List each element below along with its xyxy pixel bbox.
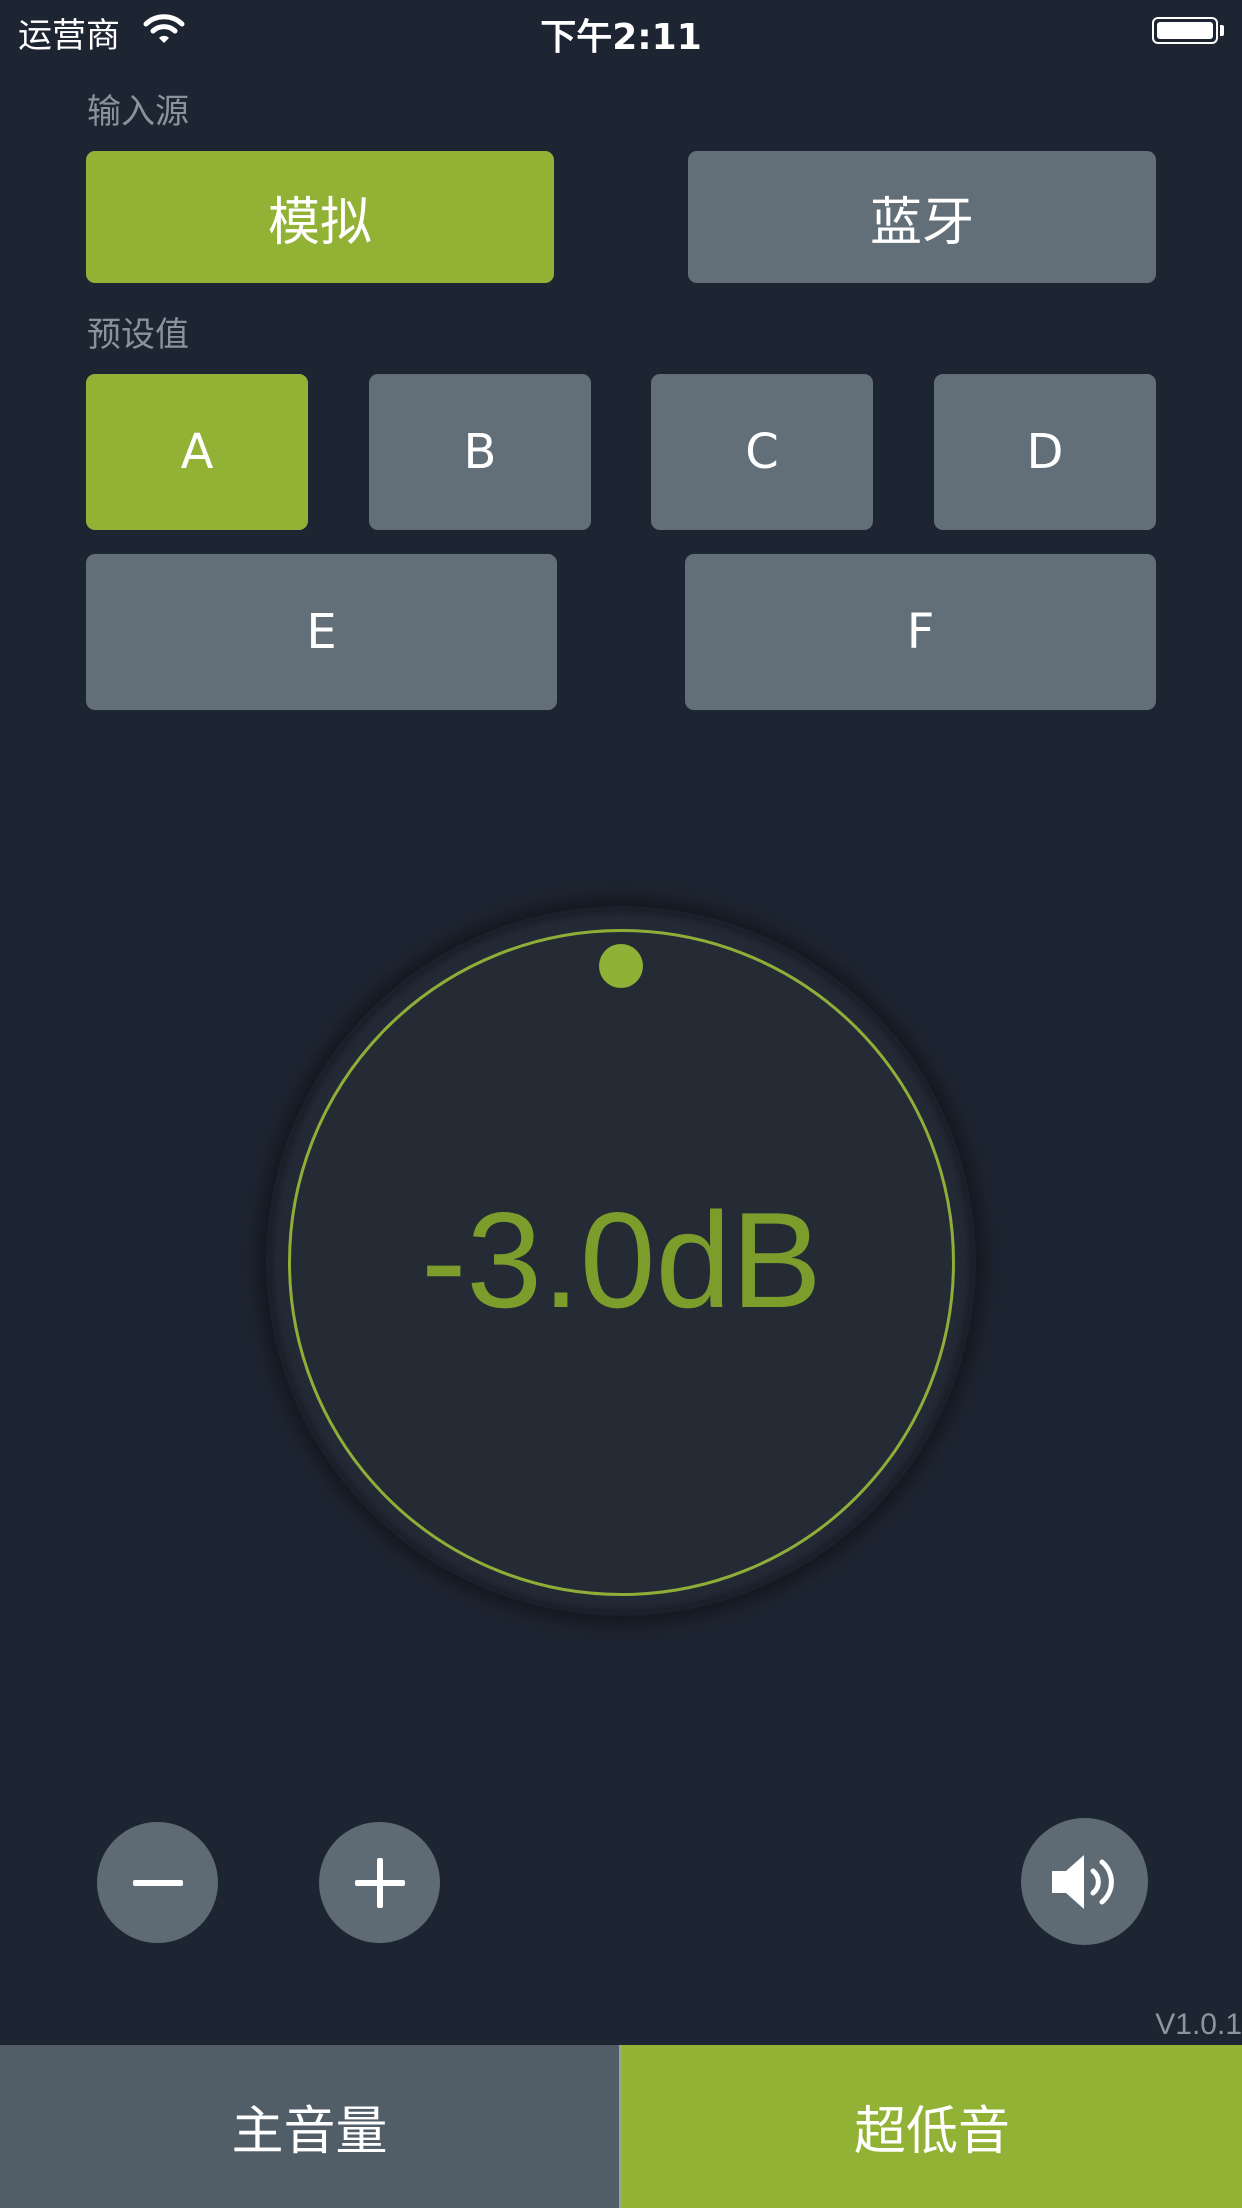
increase-button[interactable] xyxy=(319,1822,440,1943)
tab-subwoofer[interactable]: 超低音 xyxy=(622,2045,1242,2208)
plus-icon xyxy=(354,1857,405,1908)
minus-icon xyxy=(132,1879,183,1886)
mute-button[interactable] xyxy=(1021,1818,1148,1945)
volume-dial-knob[interactable] xyxy=(599,944,643,988)
speaker-icon xyxy=(1051,1854,1114,1909)
battery-icon xyxy=(1152,17,1218,44)
tab-master-volume[interactable]: 主音量 xyxy=(0,2045,619,2208)
input-bluetooth-button[interactable]: 蓝牙 xyxy=(688,151,1156,283)
preset-d-button[interactable]: D xyxy=(934,374,1156,530)
volume-value: -3.0dB xyxy=(421,1184,822,1336)
clock: 下午2:11 xyxy=(540,17,702,58)
input-analog-button[interactable]: 模拟 xyxy=(86,151,554,283)
preset-f-button[interactable]: F xyxy=(685,554,1156,710)
battery-tip xyxy=(1220,25,1224,36)
preset-c-button[interactable]: C xyxy=(651,374,873,530)
status-bar: 运营商 下午2:11 xyxy=(0,0,1242,62)
preset-a-button[interactable]: A xyxy=(86,374,308,530)
version-label: V1.0.1 xyxy=(1155,2008,1242,2041)
decrease-button[interactable] xyxy=(97,1822,218,1943)
preset-b-button[interactable]: B xyxy=(369,374,591,530)
preset-e-button[interactable]: E xyxy=(86,554,557,710)
input-source-label: 输入源 xyxy=(87,92,189,132)
presets-label: 预设值 xyxy=(87,315,189,355)
